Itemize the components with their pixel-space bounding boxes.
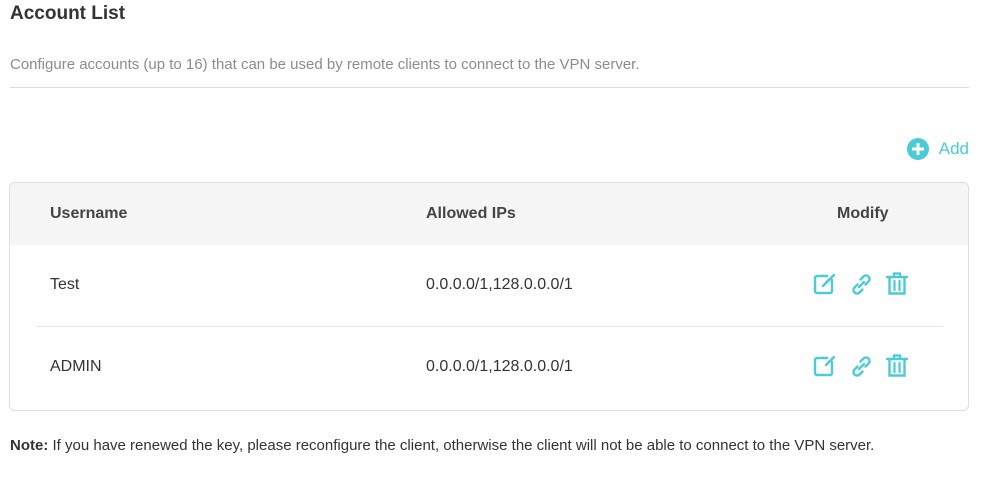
table-row: Test 0.0.0.0/1,128.0.0.0/1: [10, 245, 968, 327]
trash-icon[interactable]: [885, 353, 909, 379]
section-divider: [10, 87, 969, 88]
column-header-modify: Modify: [837, 205, 889, 222]
note-body: If you have renewed the key, please reco…: [48, 437, 875, 454]
add-account-button[interactable]: Add: [906, 138, 969, 160]
column-header-username: Username: [50, 205, 128, 222]
plus-circle-icon: [906, 138, 929, 160]
account-table: Username Allowed IPs Modify Test 0.0.0.0…: [9, 182, 969, 411]
trash-icon[interactable]: [885, 271, 909, 297]
table-header: Username Allowed IPs Modify: [10, 183, 968, 245]
section-title: Account List: [10, 3, 126, 24]
add-button-label: Add: [938, 139, 969, 158]
allowed-ips-cell: 0.0.0.0/1,128.0.0.0/1: [426, 276, 573, 293]
allowed-ips-cell: 0.0.0.0/1,128.0.0.0/1: [426, 358, 573, 375]
table-row: ADMIN 0.0.0.0/1,128.0.0.0/1: [10, 327, 968, 409]
link-icon[interactable]: [849, 353, 873, 379]
edit-icon[interactable]: [813, 353, 837, 379]
edit-icon[interactable]: [813, 271, 837, 297]
row-actions: [813, 353, 909, 379]
username-cell: ADMIN: [50, 358, 102, 375]
link-icon[interactable]: [849, 271, 873, 297]
section-description: Configure accounts (up to 16) that can b…: [10, 56, 640, 73]
note-label: Note:: [10, 437, 49, 454]
column-header-allowed-ips: Allowed IPs: [426, 205, 516, 222]
row-actions: [813, 271, 909, 297]
note-text: Note: If you have renewed the key, pleas…: [10, 437, 950, 455]
username-cell: Test: [50, 276, 80, 293]
